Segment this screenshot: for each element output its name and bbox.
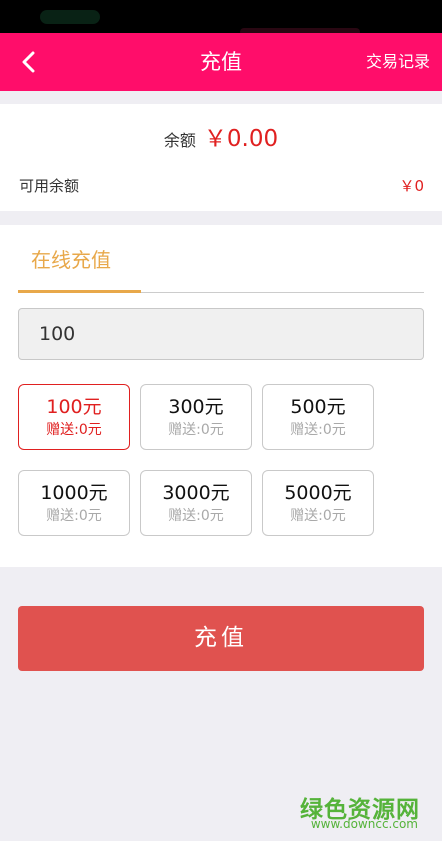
amount-option-500[interactable]: 500元 赠送:0元 bbox=[262, 384, 374, 450]
available-balance-value: ￥0 bbox=[399, 177, 424, 195]
balance-value: ￥0.00 bbox=[203, 126, 279, 152]
status-bar bbox=[0, 0, 442, 36]
available-balance-label: 可用余额 bbox=[19, 177, 80, 195]
transaction-records-link[interactable]: 交易记录 bbox=[366, 33, 430, 91]
recharge-submit-button[interactable]: 充值 bbox=[18, 606, 424, 671]
amount-option-100[interactable]: 100元 赠送:0元 bbox=[18, 384, 130, 450]
amount-input[interactable] bbox=[18, 308, 424, 360]
amount-option-300[interactable]: 300元 赠送:0元 bbox=[140, 384, 252, 450]
tab-divider bbox=[141, 292, 424, 293]
option-bonus: 赠送:0元 bbox=[290, 422, 346, 438]
option-bonus: 赠送:0元 bbox=[290, 508, 346, 524]
back-button[interactable] bbox=[12, 45, 46, 79]
option-amount: 100元 bbox=[46, 396, 102, 418]
status-bar-icons bbox=[40, 10, 100, 24]
tab-active-indicator bbox=[18, 290, 141, 293]
option-amount: 3000元 bbox=[162, 482, 230, 504]
amount-option-3000[interactable]: 3000元 赠送:0元 bbox=[140, 470, 252, 536]
option-amount: 1000元 bbox=[40, 482, 108, 504]
watermark-url: www.downcc.com bbox=[310, 817, 418, 831]
balance-label: 余额 bbox=[163, 131, 196, 150]
option-amount: 500元 bbox=[290, 396, 346, 418]
chevron-left-icon bbox=[22, 51, 35, 73]
amount-option-5000[interactable]: 5000元 赠送:0元 bbox=[262, 470, 374, 536]
option-bonus: 赠送:0元 bbox=[46, 422, 102, 438]
option-amount: 300元 bbox=[168, 396, 224, 418]
tab-online-recharge[interactable]: 在线充值 bbox=[31, 244, 111, 273]
option-bonus: 赠送:0元 bbox=[168, 508, 224, 524]
amount-option-1000[interactable]: 1000元 赠送:0元 bbox=[18, 470, 130, 536]
option-bonus: 赠送:0元 bbox=[46, 508, 102, 524]
option-amount: 5000元 bbox=[284, 482, 352, 504]
option-bonus: 赠送:0元 bbox=[168, 422, 224, 438]
balance-row: 余额 ￥0.00 bbox=[0, 112, 442, 160]
navbar: 充值 交易记录 bbox=[0, 33, 442, 91]
